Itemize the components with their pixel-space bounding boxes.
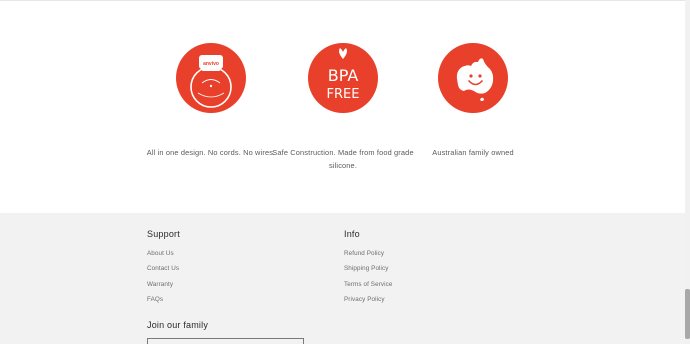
badge-bpa-text: BPA <box>328 66 359 85</box>
bpa-free-icon: BPA FREE <box>308 43 378 113</box>
footer-link-refund-policy[interactable]: Refund Policy <box>344 250 393 265</box>
feature-caption: Australian family owned <box>432 148 514 157</box>
footer-link-about-us[interactable]: About Us <box>147 250 180 265</box>
footer-link-privacy-policy[interactable]: Privacy Policy <box>344 296 393 311</box>
feature-caption: All in one design. No cords. No wires. <box>146 148 276 157</box>
newsletter-heading: Join our family <box>147 320 209 330</box>
badge-brand-text: anvivo <box>203 61 219 67</box>
badge-free-text: FREE <box>327 87 360 102</box>
feature-bpa-free: BPA FREE Safe Construction. Made from fo… <box>268 43 418 172</box>
page: anvivo All in one design. No cords. No w… <box>0 0 690 344</box>
feature-caption: Safe Construction. Made from food grade … <box>272 148 414 170</box>
features-section: anvivo All in one design. No cords. No w… <box>0 0 685 213</box>
footer-link-shipping-policy[interactable]: Shipping Policy <box>344 265 393 280</box>
info-heading: Info <box>344 229 360 239</box>
footer-link-faqs[interactable]: FAQs <box>147 296 180 311</box>
info-column: Info Refund Policy Shipping Policy Terms… <box>344 229 393 311</box>
divider <box>0 0 685 1</box>
australia-icon <box>438 43 508 113</box>
footer: Support About Us Contact Us Warranty FAQ… <box>0 213 685 344</box>
footer-link-warranty[interactable]: Warranty <box>147 281 180 296</box>
newsletter-email-input[interactable] <box>147 338 304 344</box>
footer-link-contact-us[interactable]: Contact Us <box>147 265 180 280</box>
feature-all-in-one: anvivo All in one design. No cords. No w… <box>136 43 286 160</box>
footer-link-terms-of-service[interactable]: Terms of Service <box>344 281 393 296</box>
support-heading: Support <box>147 229 180 239</box>
bottle-icon: anvivo <box>176 43 246 113</box>
scrollbar-thumb[interactable] <box>685 289 690 339</box>
feature-australian-owned: Australian family owned <box>398 43 548 160</box>
support-column: Support About Us Contact Us Warranty FAQ… <box>147 229 180 311</box>
scrollbar[interactable] <box>685 0 690 344</box>
